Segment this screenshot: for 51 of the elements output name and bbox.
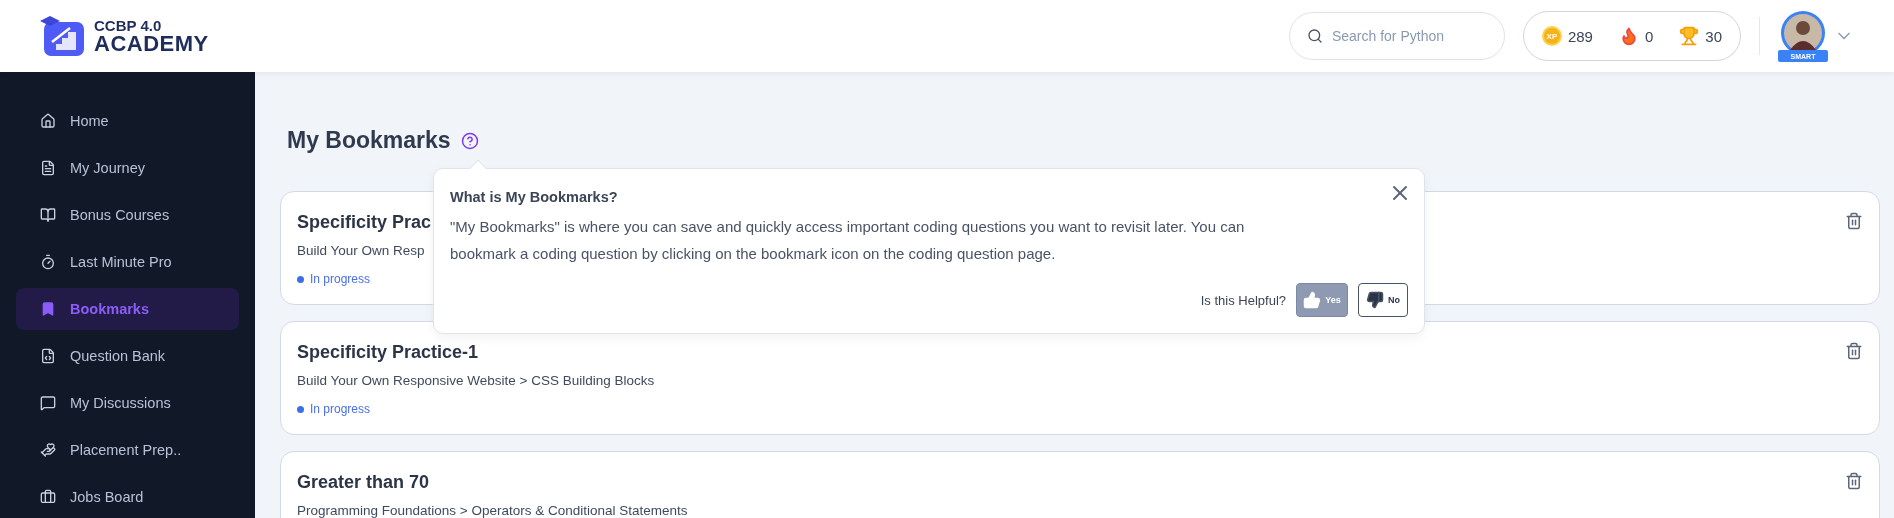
bookmark-path: Build Your Own Resp [297, 243, 426, 258]
thumbs-down-icon [1366, 291, 1384, 309]
trash-icon[interactable] [1845, 342, 1863, 360]
bookmark-card[interactable]: Greater than 70 Programming Foundations > Operators & Conditional Statements [280, 451, 1880, 518]
help-icon[interactable] [460, 131, 479, 150]
sidebar-item[interactable]: Jobs Board [16, 475, 239, 518]
bookmark-title: Specificity Practice-1 [297, 342, 480, 363]
bookmark-path: Programming Foundations > Operators & Conditional Statements [297, 503, 688, 518]
status-dot [297, 275, 304, 283]
sidebar-item[interactable]: My Journey [16, 146, 239, 190]
thumbs-up-icon [1303, 291, 1322, 309]
logo-icon [40, 14, 86, 58]
sidebar-item[interactable]: Question Bank [16, 334, 239, 378]
code-file-icon [40, 347, 56, 364]
popover-text: "My Bookmarks" is where you can save and quickly access important coding questions you want to revisit later. You can bookmark a coding question by clicking on the bookmark icon on the coding question page. [450, 217, 1246, 264]
sidebar-item[interactable]: My Discussions [16, 381, 239, 425]
no-button[interactable]: No [1358, 283, 1408, 317]
book-icon [40, 207, 56, 224]
bookmark-card[interactable]: Specificity Practice-1 Build Your Own Responsive Website > CSS Building Blocks In progress [280, 321, 1880, 435]
stat-value: 30 [1705, 27, 1722, 45]
status-text: In progress [310, 402, 371, 416]
search-field[interactable]: Search for Python [1288, 12, 1505, 60]
stat-value: 0 [1644, 27, 1654, 45]
status-text: In progress [310, 272, 371, 286]
helpful-prompt: Is this Helpful? [1200, 292, 1286, 308]
stat-value: 289 [1567, 27, 1593, 45]
sidebar-item[interactable]: Bonus Courses [16, 193, 239, 237]
stopwatch-icon [40, 254, 56, 271]
bookmark-title: Specificity Prac [297, 212, 432, 233]
bookmark-title: Greater than 70 [297, 472, 431, 493]
sidebar-item[interactable]: Placement Prep.. [16, 428, 239, 472]
document-icon [40, 160, 56, 177]
sidebar-item[interactable]: Bookmarks [16, 287, 239, 331]
bookmark-icon [40, 301, 56, 317]
briefcase-icon [40, 488, 56, 505]
sidebar-item[interactable]: Last Minute Pro [16, 240, 239, 284]
status-dot [297, 405, 304, 413]
page-title: My Bookmarks [287, 127, 451, 154]
trash-icon[interactable] [1845, 472, 1863, 490]
chat-icon [40, 394, 56, 411]
hand-icon [40, 441, 56, 458]
logo-text: CCBP 4.0 [94, 17, 163, 33]
search-icon [1306, 28, 1323, 44]
bookmark-path: Build Your Own Responsive Website > CSS Building Blocks [297, 373, 655, 388]
popover-title: What is My Bookmarks? [450, 188, 618, 207]
logo-text: ACADEMY [94, 32, 209, 55]
sidebar-item[interactable]: Home [16, 100, 239, 143]
trophy-icon [1679, 26, 1700, 46]
trash-icon[interactable] [1845, 212, 1863, 230]
xp-coin-icon: XP [1541, 26, 1562, 46]
home-icon [40, 113, 56, 130]
